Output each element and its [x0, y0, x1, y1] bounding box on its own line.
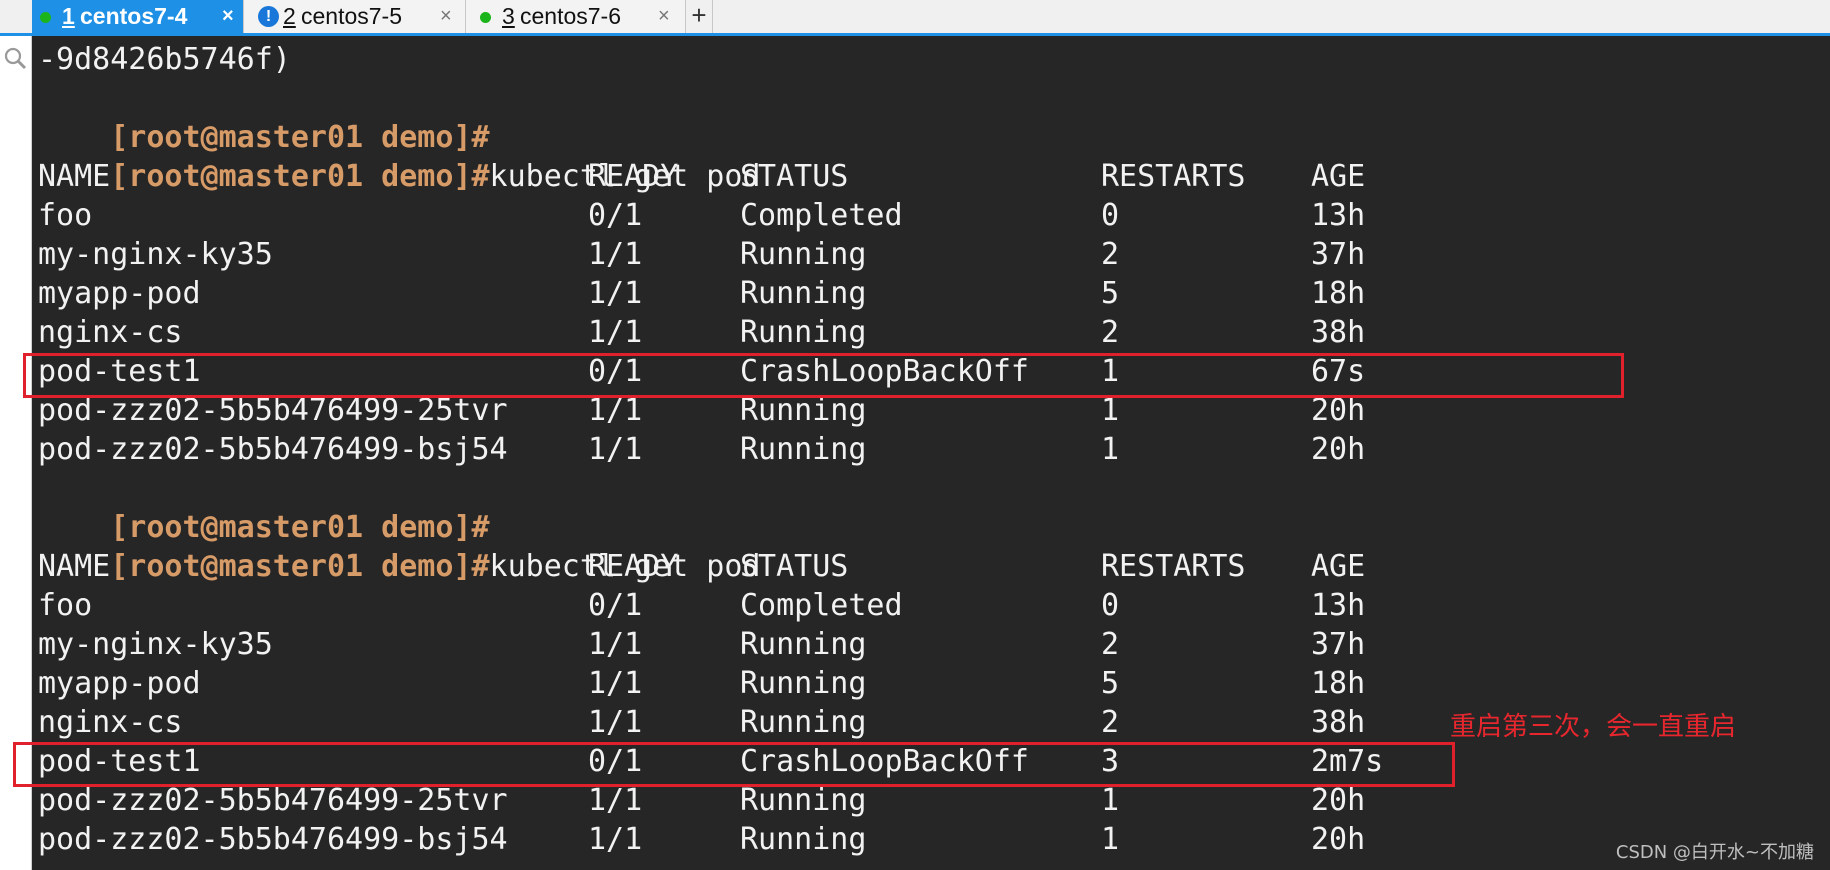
tab-number: 2	[283, 3, 296, 29]
tab-centos7-5[interactable]: ! 2 centos7-5 ×	[244, 0, 466, 33]
header-status: STATUS	[740, 549, 849, 584]
search-icon[interactable]	[3, 46, 27, 70]
close-icon[interactable]: ×	[222, 0, 234, 33]
cell-restarts: 1	[1101, 822, 1120, 857]
cell-ready: 1/1	[588, 432, 643, 467]
cell-name: foo	[38, 198, 93, 233]
header-ready: READY	[588, 549, 679, 584]
tab-bar: 1 centos7-4 × ! 2 centos7-5 × 3 centos7-…	[0, 0, 1830, 36]
pod-table: NAME READY STATUS RESTARTS AGE foo 0/1 Complete…	[38, 547, 1538, 859]
cell-restarts: 2	[1101, 627, 1120, 662]
cell-age: 38h	[1311, 705, 1366, 740]
cell-age: 18h	[1311, 276, 1366, 311]
cell-status: Running	[740, 237, 867, 272]
tab-number: 3	[502, 3, 515, 29]
cell-ready: 1/1	[588, 237, 643, 272]
cell-age: 20h	[1311, 432, 1366, 467]
cell-status: Running	[740, 627, 867, 662]
cell-restarts: 2	[1101, 705, 1120, 740]
cell-status: Running	[740, 432, 867, 467]
tab-title: centos7-4	[80, 3, 188, 29]
cell-restarts: 2	[1101, 315, 1120, 350]
cell-ready: 0/1	[588, 588, 643, 623]
header-name: NAME	[38, 549, 111, 584]
highlight-box	[23, 353, 1624, 398]
header-restarts: RESTARTS	[1101, 549, 1246, 584]
cell-ready: 0/1	[588, 198, 643, 233]
cell-age: 13h	[1311, 198, 1366, 233]
connected-status-icon	[40, 12, 51, 23]
cell-status: Running	[740, 276, 867, 311]
cell-name: nginx-cs	[38, 315, 183, 350]
cell-restarts: 5	[1101, 666, 1120, 701]
highlight-box	[13, 742, 1455, 787]
cell-name: pod-zzz02-5b5b476499-bsj54	[38, 822, 508, 857]
cell-name: my-nginx-ky35	[38, 627, 273, 662]
cell-age: 37h	[1311, 627, 1366, 662]
command-line: [root@master01 demo]#kubectl get pod	[38, 118, 760, 194]
cell-restarts: 0	[1101, 588, 1120, 623]
prompt-line: [root@master01 demo]#	[38, 469, 489, 545]
cell-name: nginx-cs	[38, 705, 183, 740]
header-name: NAME	[38, 159, 111, 194]
tab-centos7-6[interactable]: 3 centos7-6 ×	[466, 0, 686, 33]
cell-age: 38h	[1311, 315, 1366, 350]
cell-status: Running	[740, 666, 867, 701]
tab-title: centos7-6	[520, 3, 622, 29]
cell-restarts: 2	[1101, 237, 1120, 272]
header-restarts: RESTARTS	[1101, 159, 1246, 194]
cell-ready: 1/1	[588, 705, 643, 740]
watermark: CSDN @白开水~不加糖	[1615, 842, 1814, 863]
prompt-line: [root@master01 demo]#	[38, 79, 489, 155]
cell-age: 13h	[1311, 588, 1366, 623]
header-age: AGE	[1311, 549, 1366, 584]
output-line: -9d8426b5746f)	[38, 42, 291, 77]
header-age: AGE	[1311, 159, 1366, 194]
cell-name: pod-zzz02-5b5b476499-bsj54	[38, 432, 508, 467]
cell-status: Running	[740, 705, 867, 740]
command-line: [root@master01 demo]#kubectl get pod	[38, 508, 760, 584]
tab-title: centos7-5	[301, 3, 403, 29]
cell-restarts: 1	[1101, 432, 1120, 467]
cell-status: Completed	[740, 198, 903, 233]
cell-restarts: 0	[1101, 198, 1120, 233]
cell-name: my-nginx-ky35	[38, 237, 273, 272]
cell-age: 37h	[1311, 237, 1366, 272]
cell-status: Running	[740, 822, 867, 857]
cell-status: Running	[740, 315, 867, 350]
connected-status-icon	[480, 12, 491, 23]
close-icon[interactable]: ×	[658, 0, 670, 33]
cell-ready: 1/1	[588, 315, 643, 350]
cell-ready: 1/1	[588, 627, 643, 662]
header-status: STATUS	[740, 159, 849, 194]
cell-ready: 1/1	[588, 822, 643, 857]
cell-restarts: 5	[1101, 276, 1120, 311]
cell-status: Completed	[740, 588, 903, 623]
pod-table: NAME READY STATUS RESTARTS AGE foo 0/1 Complete…	[38, 157, 1538, 469]
annotation-text: 重启第三次，会一直重启	[1450, 712, 1737, 742]
cell-name: myapp-pod	[38, 666, 201, 701]
close-icon[interactable]: ×	[440, 0, 452, 33]
cell-age: 18h	[1311, 666, 1366, 701]
header-ready: READY	[588, 159, 679, 194]
cell-ready: 1/1	[588, 276, 643, 311]
warning-icon: !	[258, 6, 279, 27]
cell-age: 20h	[1311, 822, 1366, 857]
tab-centos7-4[interactable]: 1 centos7-4 ×	[32, 0, 244, 33]
cell-name: myapp-pod	[38, 276, 201, 311]
cell-ready: 1/1	[588, 666, 643, 701]
tab-number: 1	[62, 3, 75, 29]
cell-name: foo	[38, 588, 93, 623]
add-tab-button[interactable]: +	[686, 0, 713, 33]
